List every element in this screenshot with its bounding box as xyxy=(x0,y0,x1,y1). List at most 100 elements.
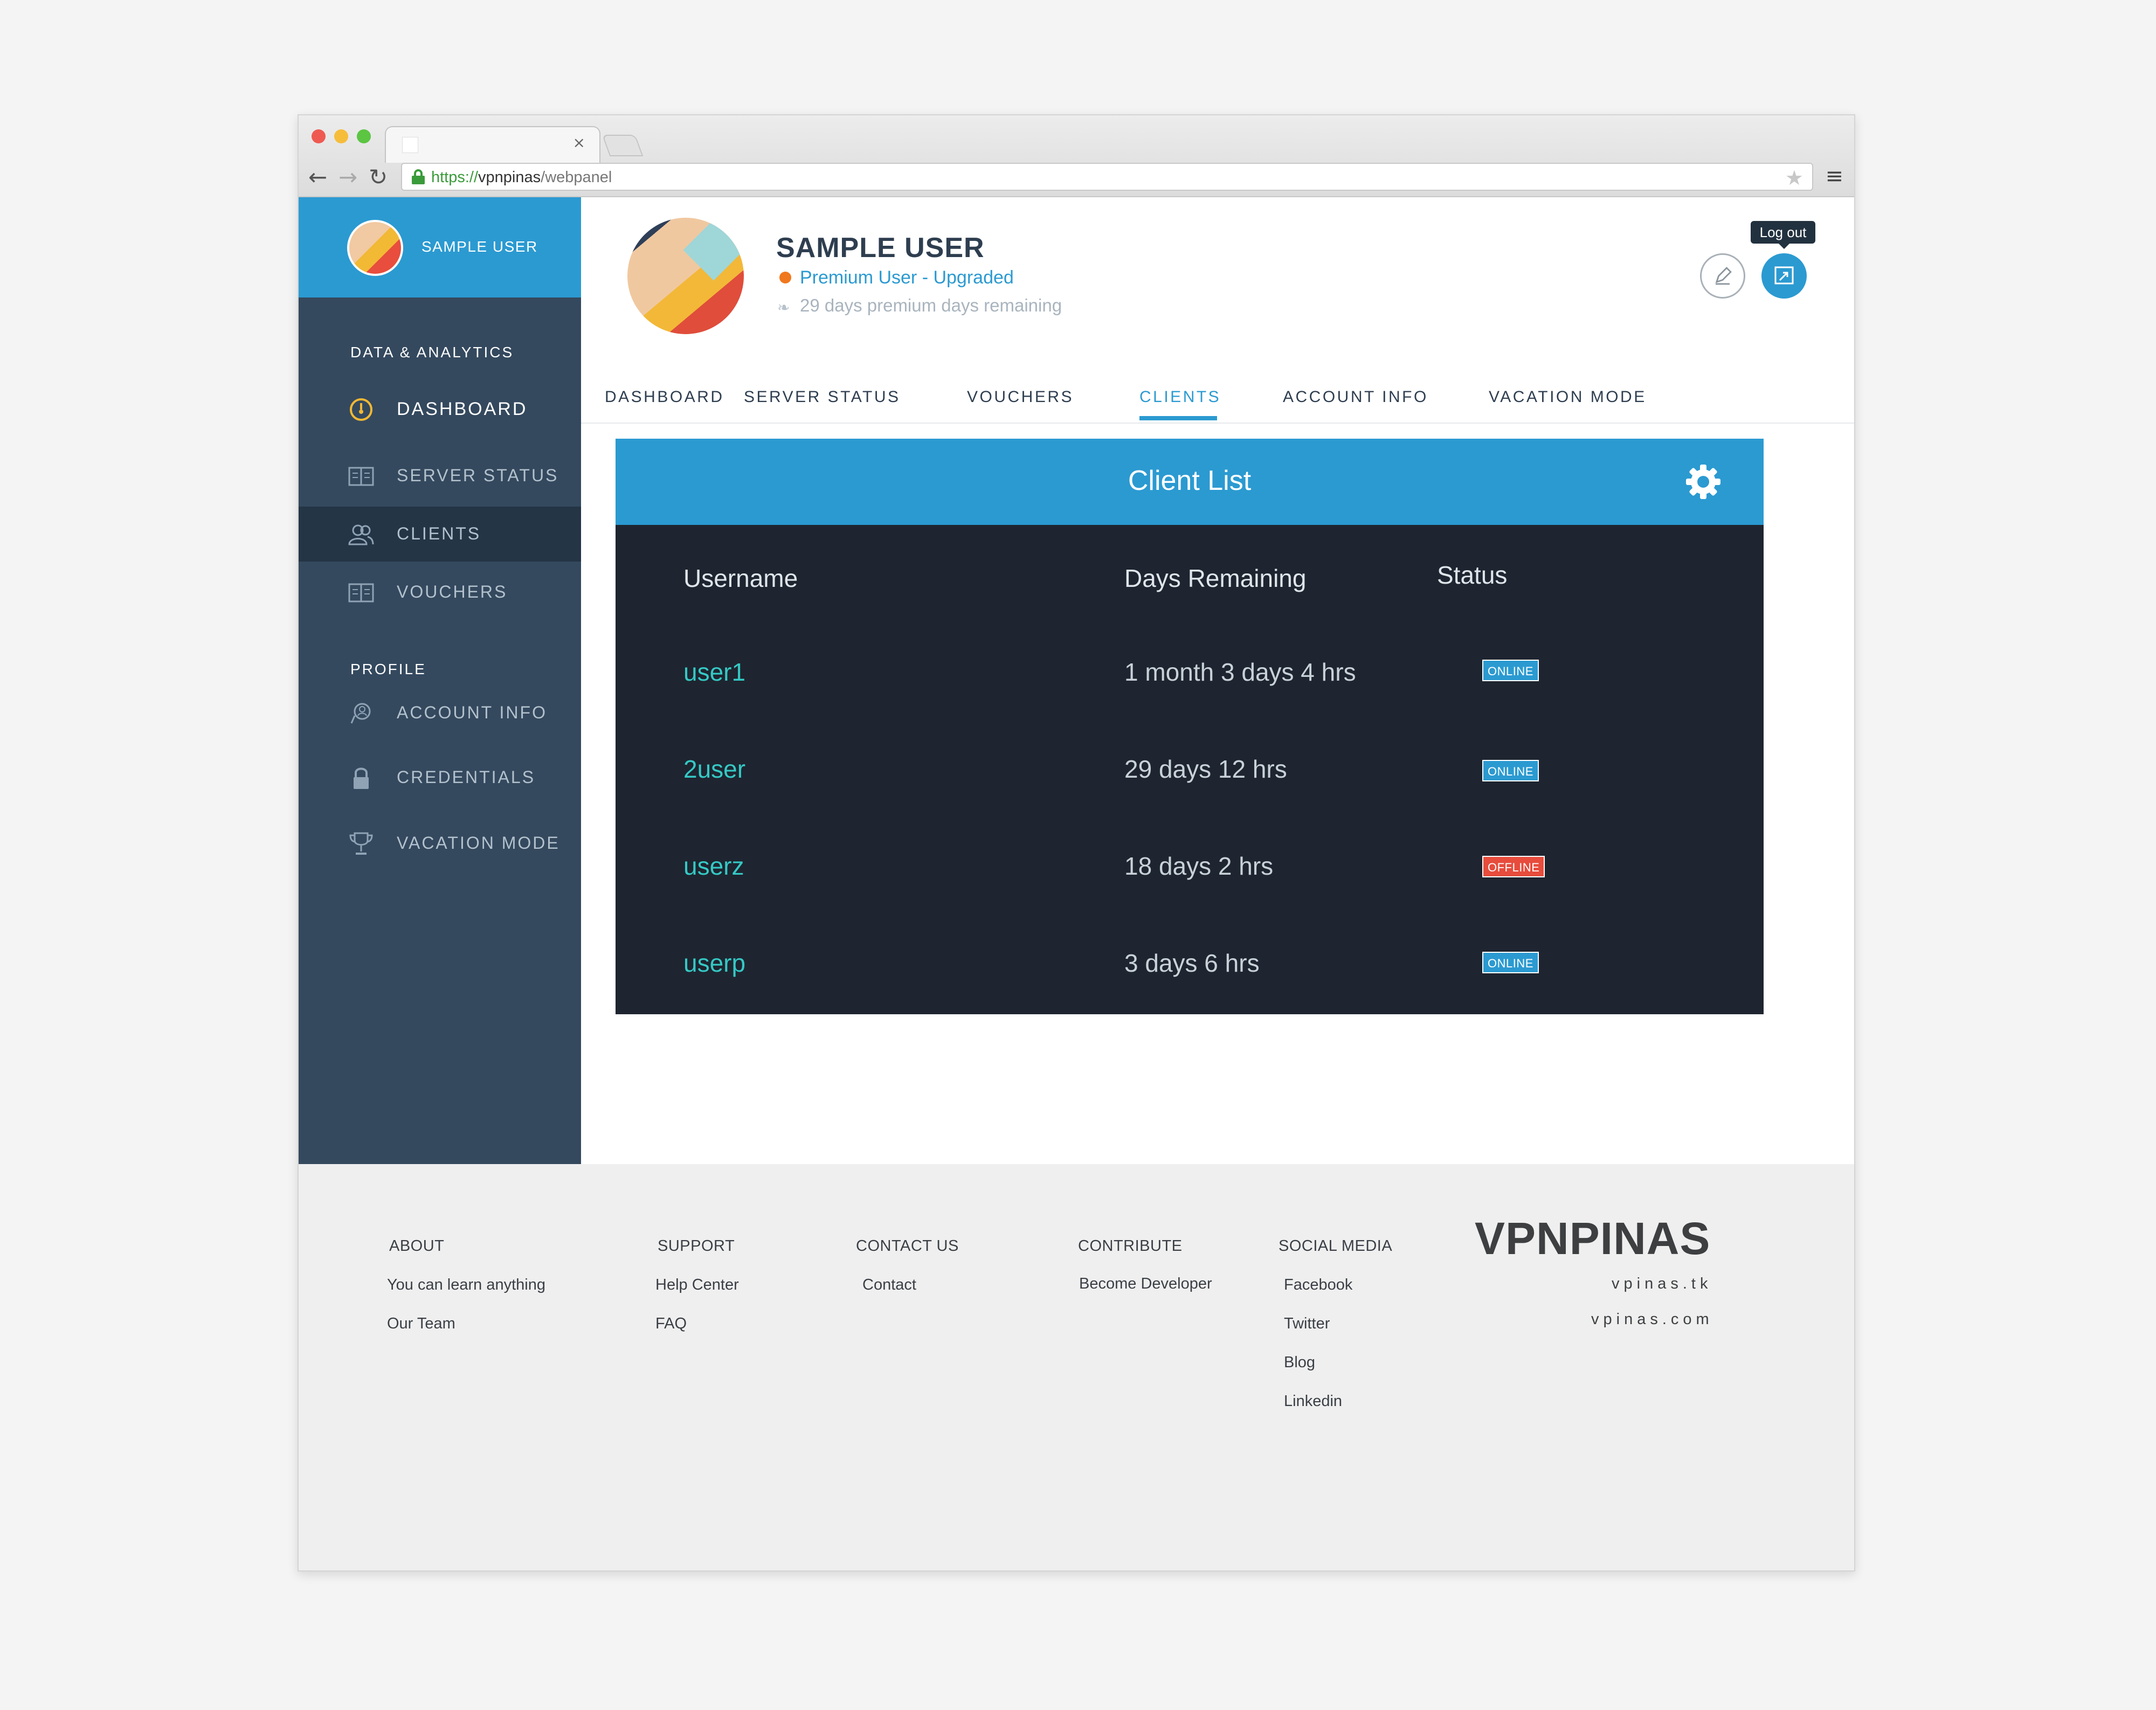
book-icon xyxy=(348,583,374,603)
sidebar-item-credentials[interactable]: CREDENTIALS xyxy=(299,750,581,805)
footer-link[interactable]: Blog xyxy=(1284,1354,1315,1372)
sidebar-user[interactable]: SAMPLE USER xyxy=(299,197,581,297)
sidebar-item-dashboard[interactable]: DASHBOARD xyxy=(299,382,581,437)
footer: ABOUT You can learn anything Our Team SU… xyxy=(299,1164,1854,1570)
tab-clients[interactable]: CLIENTS xyxy=(1139,388,1221,406)
gauge-icon xyxy=(350,398,372,421)
back-arrow-icon[interactable]: ← xyxy=(308,164,327,191)
logout-button[interactable] xyxy=(1761,253,1807,299)
footer-link[interactable]: Facebook xyxy=(1284,1276,1352,1294)
logout-icon xyxy=(1774,266,1794,285)
sidebar-item-server-status[interactable]: SERVER STATUS xyxy=(299,448,581,503)
edit-profile-button[interactable] xyxy=(1700,253,1745,299)
column-header-status[interactable]: Status xyxy=(1437,560,1507,590)
client-days-remaining: 1 month 3 days 4 hrs xyxy=(1124,658,1356,686)
footer-link[interactable]: Our Team xyxy=(387,1315,455,1333)
sidebar-item-vouchers[interactable]: VOUCHERS xyxy=(299,565,581,620)
person-icon xyxy=(350,703,371,724)
sidebar-item-clients[interactable]: CLIENTS xyxy=(299,507,581,562)
sidebar: SAMPLE USER DATA & ANALYTICS DASHBOARD S… xyxy=(299,197,581,1164)
footer-heading-support: SUPPORT xyxy=(658,1237,735,1255)
lock-icon xyxy=(412,169,425,184)
footer-heading-contact: CONTACT US xyxy=(856,1237,959,1255)
client-username[interactable]: userp xyxy=(683,949,745,978)
section-heading-data: DATA & ANALYTICS xyxy=(350,344,514,361)
section-heading-profile: PROFILE xyxy=(350,661,426,677)
status-badge: OFFLINE xyxy=(1482,856,1545,877)
column-header-days-remaining[interactable]: Days Remaining xyxy=(1124,564,1306,593)
profile-name: SAMPLE USER xyxy=(776,232,985,264)
tab-dashboard[interactable]: DASHBOARD xyxy=(605,388,724,406)
address-bar[interactable]: https://vpnpinas/webpanel ★ xyxy=(401,163,1813,191)
favicon-icon xyxy=(402,137,418,153)
minimize-window-button[interactable] xyxy=(334,129,348,143)
status-badge: ONLINE xyxy=(1482,952,1539,973)
profile-role: Premium User - Upgraded xyxy=(800,267,1014,288)
client-days-remaining: 18 days 2 hrs xyxy=(1124,852,1274,880)
gear-icon[interactable] xyxy=(1684,462,1723,501)
column-header-username[interactable]: Username xyxy=(683,564,798,593)
sidebar-user-name: SAMPLE USER xyxy=(421,238,538,255)
active-tab-indicator xyxy=(1139,416,1217,420)
sidebar-item-vacation-mode[interactable]: VACATION MODE xyxy=(299,816,581,871)
leaf-icon: ❧ xyxy=(777,299,790,316)
bookmark-star-icon[interactable]: ★ xyxy=(1785,166,1803,190)
tab-vouchers[interactable]: VOUCHERS xyxy=(967,388,1074,406)
footer-heading-about: ABOUT xyxy=(389,1237,445,1255)
client-days-remaining: 29 days 12 hrs xyxy=(1124,755,1287,783)
sidebar-item-label: DASHBOARD xyxy=(397,399,528,419)
site-link[interactable]: vpinas.com xyxy=(1591,1311,1713,1328)
client-username[interactable]: user1 xyxy=(683,657,745,687)
maximize-window-button[interactable] xyxy=(357,129,371,143)
new-tab-button[interactable] xyxy=(602,135,644,156)
reload-icon[interactable]: ↻ xyxy=(369,164,388,191)
footer-link[interactable]: Contact xyxy=(862,1276,916,1294)
sidebar-item-account-info[interactable]: ACCOUNT INFO xyxy=(299,686,581,740)
sidebar-item-label: CREDENTIALS xyxy=(397,767,536,787)
footer-heading-social: SOCIAL MEDIA xyxy=(1279,1237,1393,1255)
users-icon xyxy=(348,524,374,545)
tab-vacation-mode[interactable]: VACATION MODE xyxy=(1489,388,1647,406)
book-icon xyxy=(348,467,374,486)
brand-logo-text: VPNPINAS xyxy=(1475,1213,1711,1264)
footer-heading-contribute: CONTRIBUTE xyxy=(1078,1237,1183,1255)
forward-arrow-icon[interactable]: → xyxy=(338,164,357,191)
premium-days-remaining: 29 days premium days remaining xyxy=(800,295,1062,315)
client-list-card: Client List Username Days Remaining Stat… xyxy=(616,439,1764,1014)
footer-link[interactable]: Linkedin xyxy=(1284,1393,1342,1410)
tab-account-info[interactable]: ACCOUNT INFO xyxy=(1283,388,1428,406)
sidebar-item-label: CLIENTS xyxy=(397,524,481,543)
footer-link[interactable]: Become Developer xyxy=(1079,1275,1212,1293)
client-days-remaining: 3 days 6 hrs xyxy=(1124,949,1260,977)
status-dot-icon xyxy=(779,272,791,283)
client-list-title: Client List xyxy=(1128,465,1252,496)
lock-icon xyxy=(354,767,369,789)
sidebar-item-label: ACCOUNT INFO xyxy=(397,703,547,722)
sidebar-item-label: VACATION MODE xyxy=(397,833,560,853)
footer-link[interactable]: Twitter xyxy=(1284,1315,1330,1333)
browser-chrome: × ← → ↻ https://vpnpinas/webpanel ★ ≡ xyxy=(299,115,1854,197)
sidebar-item-label: SERVER STATUS xyxy=(397,466,559,485)
sidebar-item-label: VOUCHERS xyxy=(397,582,508,601)
browser-window: × ← → ↻ https://vpnpinas/webpanel ★ ≡ SA… xyxy=(298,114,1855,1571)
client-list-header: Client List xyxy=(616,439,1764,525)
tab-close-button[interactable]: × xyxy=(573,134,585,151)
close-window-button[interactable] xyxy=(312,129,326,143)
browser-menu-icon[interactable]: ≡ xyxy=(1825,164,1843,189)
profile-tabs: DASHBOARD SERVER STATUS VOUCHERS CLIENTS… xyxy=(581,373,1854,424)
url-text: https://vpnpinas/webpanel xyxy=(431,169,612,186)
footer-link[interactable]: You can learn anything xyxy=(387,1276,545,1294)
footer-link[interactable]: FAQ xyxy=(655,1315,687,1333)
client-username[interactable]: 2user xyxy=(683,754,745,784)
browser-tab[interactable]: × xyxy=(385,126,600,163)
footer-link[interactable]: Help Center xyxy=(655,1276,739,1294)
client-username[interactable]: userz xyxy=(683,851,744,881)
trophy-icon xyxy=(349,832,373,855)
status-badge: ONLINE xyxy=(1482,760,1539,781)
avatar xyxy=(347,220,403,276)
profile-avatar xyxy=(627,218,744,334)
site-link[interactable]: vpinas.tk xyxy=(1612,1275,1712,1293)
logout-tooltip: Log out xyxy=(1751,221,1815,249)
tab-server-status[interactable]: SERVER STATUS xyxy=(744,388,901,406)
status-badge: ONLINE xyxy=(1482,660,1539,681)
